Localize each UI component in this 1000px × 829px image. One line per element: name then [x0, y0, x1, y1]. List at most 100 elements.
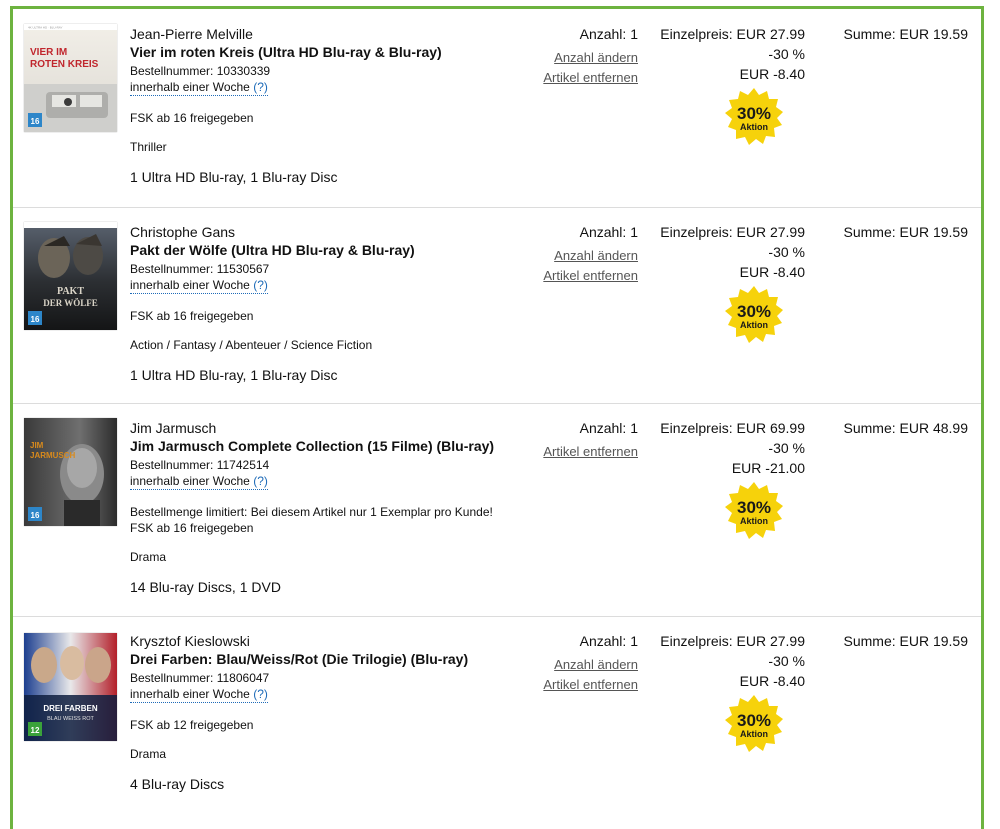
quantity-label: Anzahl:: [579, 633, 627, 649]
order-number-label: Bestellnummer:: [130, 458, 214, 472]
fsk-rating: FSK ab 16 freigegeben: [130, 309, 254, 323]
badge-percent: 30%: [737, 104, 771, 123]
badge-label: Aktion: [740, 729, 768, 739]
quantity-value: 1: [630, 224, 638, 240]
fsk-rating: FSK ab 16 freigegeben: [130, 111, 254, 125]
promo-badge: 30% Aktion: [725, 695, 783, 753]
genre: Drama: [130, 550, 167, 564]
change-quantity-link[interactable]: Anzahl ändern: [530, 248, 638, 264]
cover-title-line: VIER IM: [30, 47, 67, 58]
delivery-help-icon[interactable]: (?): [253, 474, 268, 488]
delivery-text: innerhalb einer Woche: [130, 687, 250, 701]
unit-price-label: Einzelpreis:: [660, 420, 733, 436]
quantity-label: Anzahl:: [579, 224, 627, 240]
cover-title-line: JIM: [30, 441, 44, 450]
cart-frame: 4K ULTRA HD · BLU-RAY VIER IM ROTEN KREI…: [10, 6, 984, 829]
delivery-time: innerhalb einer Woche (?): [130, 277, 268, 294]
product-title[interactable]: Drei Farben: Blau/Weiss/Rot (Die Trilogi…: [130, 650, 530, 668]
unit-price-value: EUR 27.99: [736, 224, 805, 240]
product-title[interactable]: Jim Jarmusch Complete Collection (15 Fil…: [130, 437, 530, 455]
product-author: Krysztof Kieslowski: [130, 633, 250, 649]
cover-title-line: JARMUSCH: [30, 451, 76, 460]
promo-badge: 30% Aktion: [725, 482, 783, 540]
genre: Thriller: [130, 140, 167, 154]
delivery-time: innerhalb einer Woche (?): [130, 473, 268, 490]
order-number-value: 10330339: [216, 64, 271, 78]
quantity-label: Anzahl:: [579, 26, 627, 42]
change-quantity-link[interactable]: Anzahl ändern: [530, 657, 638, 673]
unit-price: Einzelpreis: EUR 27.99: [653, 24, 805, 44]
delivery-text: innerhalb einer Woche: [130, 80, 250, 94]
remove-item-link[interactable]: Artikel entfernen: [530, 268, 638, 284]
unit-price: Einzelpreis: EUR 27.99: [653, 222, 805, 242]
product-cover-image[interactable]: 4K ULTRA HD · BLU-RAY VIER IM ROTEN KREI…: [24, 24, 117, 132]
order-number-value: 11530567: [216, 262, 270, 276]
media-format: 14 Blu-ray Discs, 1 DVD: [130, 579, 281, 595]
promo-badge: 30% Aktion: [725, 286, 783, 344]
cover-title-line: DER WÖLFE: [43, 298, 98, 308]
cart-item: 4K ULTRA HD · BLU-RAY VIER IM ROTEN KREI…: [13, 9, 981, 208]
product-author: Christophe Gans: [130, 224, 236, 240]
delivery-help-icon[interactable]: (?): [253, 278, 268, 292]
sum-label: Summe:: [843, 420, 896, 436]
order-number: Bestellnummer: 10330339: [130, 63, 530, 79]
cover-title-line: PAKT: [57, 286, 84, 297]
delivery-text: innerhalb einer Woche: [130, 474, 250, 488]
discount-amount: EUR -21.00: [731, 460, 805, 476]
product-cover-image[interactable]: PAKT DER WÖLFE 16: [24, 222, 117, 330]
product-author: Jean-Pierre Melville: [130, 26, 253, 42]
sum-value: EUR 19.59: [899, 26, 968, 42]
remove-item-link[interactable]: Artikel entfernen: [530, 70, 638, 86]
badge-label: Aktion: [740, 122, 768, 132]
quantity-value: 1: [630, 26, 638, 42]
order-number-value: 11806047: [216, 671, 270, 685]
genre: Action / Fantasy / Abenteuer / Science F…: [130, 338, 373, 352]
discount-amount: EUR -8.40: [739, 264, 805, 280]
order-number-label: Bestellnummer:: [130, 262, 214, 276]
cover-rating: 12: [31, 726, 40, 735]
cart-item: DREI FARBEN BLAU WEISS ROT 12 Krysztof K…: [13, 616, 981, 816]
unit-price-label: Einzelpreis:: [660, 224, 733, 240]
order-number: Bestellnummer: 11530567: [130, 261, 530, 277]
remove-item-link[interactable]: Artikel entfernen: [530, 444, 638, 460]
fsk-rating: FSK ab 12 freigegeben: [130, 718, 254, 732]
product-cover-image[interactable]: DREI FARBEN BLAU WEISS ROT 12: [24, 633, 117, 741]
media-format: 1 Ultra HD Blu-ray, 1 Blu-ray Disc: [130, 169, 338, 185]
product-title[interactable]: Pakt der Wölfe (Ultra HD Blu-ray & Blu-r…: [130, 241, 530, 259]
unit-price-label: Einzelpreis:: [660, 633, 733, 649]
product-title[interactable]: Vier im roten Kreis (Ultra HD Blu-ray & …: [130, 43, 530, 61]
cover-rating: 16: [31, 117, 40, 126]
remove-item-link[interactable]: Artikel entfernen: [530, 677, 638, 693]
cover-rating: 16: [31, 315, 40, 324]
delivery-help-icon[interactable]: (?): [253, 80, 268, 94]
quantity-value: 1: [630, 420, 638, 436]
order-number-value: 11742514: [216, 458, 270, 472]
line-sum: Summe: EUR 19.59: [825, 633, 969, 650]
product-cover-image[interactable]: JIM JARMUSCH 16: [24, 418, 117, 526]
cover-title-line: DREI FARBEN: [43, 704, 97, 713]
quantity: Anzahl: 1: [530, 420, 638, 437]
change-quantity-link[interactable]: Anzahl ändern: [530, 50, 638, 66]
unit-price-value: EUR 69.99: [736, 420, 805, 436]
media-format: 1 Ultra HD Blu-ray, 1 Blu-ray Disc: [130, 367, 338, 383]
order-number: Bestellnummer: 11806047: [130, 670, 530, 686]
product-author: Jim Jarmusch: [130, 420, 217, 436]
svg-text:4K ULTRA HD · BLU-RAY: 4K ULTRA HD · BLU-RAY: [28, 26, 63, 30]
order-limit-note: Bestellmenge limitiert: Bei diesem Artik…: [130, 505, 493, 519]
genre: Drama: [130, 747, 167, 761]
discount-percent: -30 %: [768, 440, 805, 456]
line-sum: Summe: EUR 19.59: [825, 26, 969, 43]
badge-percent: 30%: [737, 498, 771, 517]
unit-price-label: Einzelpreis:: [660, 26, 733, 42]
unit-price-value: EUR 27.99: [736, 633, 805, 649]
quantity: Anzahl: 1: [530, 26, 638, 43]
sum-label: Summe:: [843, 26, 896, 42]
order-number: Bestellnummer: 11742514: [130, 457, 530, 473]
delivery-help-icon[interactable]: (?): [253, 687, 268, 701]
sum-label: Summe:: [843, 633, 896, 649]
cart-item: PAKT DER WÖLFE 16 Christophe Gans Pakt d…: [13, 207, 981, 404]
sum-value: EUR 19.59: [899, 224, 968, 240]
quantity: Anzahl: 1: [530, 633, 638, 650]
cover-title-line: ROTEN KREIS: [30, 59, 99, 70]
quantity-label: Anzahl:: [579, 420, 627, 436]
